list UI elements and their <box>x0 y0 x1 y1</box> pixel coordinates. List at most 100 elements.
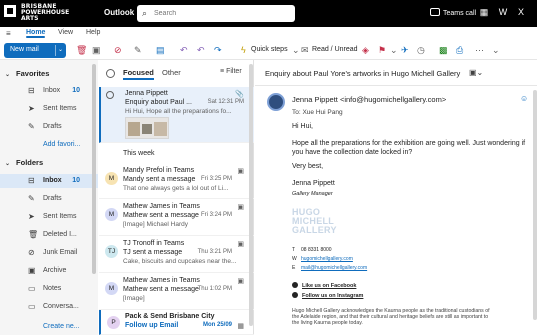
sweep-icon[interactable]: ✎ <box>134 45 142 55</box>
list-item[interactable]: Jenna Pippett 📎 Enquiry about Paul ... S… <box>99 87 254 143</box>
sidebar-item-conversation[interactable]: ▭ Conversa... <box>0 300 98 314</box>
delete-icon[interactable]: 🗑 <box>76 45 87 55</box>
website-link[interactable]: hugomichellgallery.com <box>301 256 353 262</box>
sidebar-item-drafts[interactable]: ✎ Drafts <box>0 192 98 206</box>
reading-pane-scrollbar[interactable] <box>533 90 537 320</box>
quick-steps-icon[interactable]: ϟ <box>241 45 246 55</box>
flag-icon[interactable]: ⚑ <box>378 45 386 55</box>
forward-icon[interactable]: ↷ <box>214 45 222 55</box>
chevron-down-icon[interactable]: ⌄ <box>58 46 63 53</box>
sidebar-item-junk[interactable]: ⊘ Junk Email <box>0 246 98 260</box>
list-item[interactable]: M Mathew James in Teams Mathew sent a me… <box>99 200 254 236</box>
chevron-down-icon[interactable]: ⌄ <box>492 45 500 55</box>
chevron-down-icon: ⌄ <box>5 161 11 167</box>
sidebar-item-label: Sent Items <box>43 105 77 112</box>
search-input[interactable] <box>154 7 284 20</box>
favorites-label: Favorites <box>16 69 50 78</box>
body-paragraph: Hope all the preparations for the exhibi… <box>292 140 526 156</box>
hamburger-menu-icon[interactable]: ≡ <box>6 29 11 38</box>
signature-name: Jenna Pippett <box>292 180 335 187</box>
instagram-link[interactable]: Follow us on Instagram <box>292 292 363 300</box>
send-icon: ➤ <box>28 104 35 113</box>
tab-view[interactable]: View <box>58 29 73 36</box>
list-item[interactable]: M Mandy Prefol in Teams Mandy sent a mes… <box>99 164 254 199</box>
quick-steps-button[interactable]: Quick steps <box>251 46 288 53</box>
list-item[interactable]: P Pack & Send Brisbane City Follow up Em… <box>99 310 254 335</box>
email-link[interactable]: mail@hugomichellgallery.com <box>301 265 367 271</box>
artwork-thumbnail-b <box>142 124 152 134</box>
filter-button[interactable]: ≡ Filter <box>220 68 242 75</box>
message-list-scrollbar[interactable] <box>249 64 253 326</box>
report-icon[interactable]: ⊘ <box>114 45 122 55</box>
folders-header[interactable]: ⌄ Folders <box>5 158 43 167</box>
list-item[interactable]: TJ TJ Tronoff in Teams TJ sent a message… <box>99 237 254 273</box>
message-time: Fri 3:25 PM <box>200 176 232 182</box>
reply-icon[interactable]: ↶ <box>180 45 188 55</box>
closing: Very best, <box>292 163 324 170</box>
message-preview: [Image] Michael Hardy <box>123 221 189 228</box>
search-box[interactable]: ⌕ <box>137 5 295 22</box>
sidebar-item-fav-drafts[interactable]: ✎ Drafts <box>0 120 98 134</box>
sidebar-item-label: Junk Email <box>43 249 78 256</box>
sidebar-item-sent[interactable]: ➤ Sent Items <box>0 210 98 224</box>
favorites-header[interactable]: ⌄ Favorites <box>5 69 49 78</box>
select-all-checkbox[interactable] <box>106 69 115 78</box>
week-group-header: This week <box>123 150 155 157</box>
avatar[interactable] <box>267 93 285 111</box>
facebook-link[interactable]: Like us on Facebook <box>292 282 356 290</box>
move-to-icon[interactable]: ▤ <box>156 45 165 55</box>
list-item[interactable]: M Mathew James in Teams Mathew sent a me… <box>99 274 254 310</box>
artwork-thumbnail-a <box>128 122 140 136</box>
read-unread-button[interactable]: Read / Unread <box>312 46 358 53</box>
summary-icon[interactable]: ▣⌄ <box>469 68 483 77</box>
signature-role: Gallery Manager <box>292 191 333 197</box>
tab-focused[interactable]: Focused <box>123 68 154 80</box>
print-icon[interactable]: ⎙ <box>456 45 463 55</box>
message-time: Mon 25/09 <box>202 322 232 328</box>
pin-icon[interactable]: ✈ <box>401 45 409 55</box>
calendar-icon[interactable]: ▦ <box>478 7 490 19</box>
read-unread-icon[interactable]: ✉ <box>301 45 309 55</box>
word-app-icon[interactable]: W <box>497 7 509 19</box>
reply-all-icon[interactable]: ↶ <box>197 45 205 55</box>
tab-other[interactable]: Other <box>162 68 181 77</box>
filter-label: Filter <box>226 68 242 75</box>
more-icon[interactable]: ⋯ <box>475 45 484 55</box>
message-select-checkbox[interactable] <box>106 91 114 99</box>
archive-icon[interactable]: ▣ <box>92 45 101 55</box>
message-sender: Mathew James in Teams <box>123 277 200 284</box>
add-favorite-link[interactable]: Add favori... <box>43 141 80 148</box>
message-preview: [Image] <box>123 295 145 302</box>
tag-icon[interactable]: ◈ <box>362 45 369 55</box>
app-name[interactable]: Outlook <box>104 8 134 17</box>
pencil-icon: ✎ <box>28 194 35 203</box>
new-mail-button[interactable]: New mail ⌄ <box>4 43 66 58</box>
tab-help[interactable]: Help <box>86 29 100 36</box>
sidebar-item-fav-sent[interactable]: ➤ Sent Items <box>0 102 98 116</box>
excel-app-icon[interactable]: X <box>515 7 527 19</box>
folder-pane: ⌄ Favorites ⊟ Inbox 10 ➤ Sent Items ✎ Dra… <box>0 60 98 335</box>
contact-key: E <box>292 265 296 271</box>
excel-icon[interactable]: ▩ <box>439 45 448 55</box>
sidebar-item-notes[interactable]: ▭ Notes <box>0 282 98 296</box>
search-icon: ⌕ <box>142 8 148 18</box>
sidebar-item-inbox[interactable]: ⊟ Inbox 10 <box>0 174 98 188</box>
folder-pane-scrollbar[interactable] <box>92 64 96 274</box>
sidebar-item-label: Sent Items <box>43 213 77 220</box>
chevron-down-icon[interactable]: ⌄ <box>292 45 300 55</box>
create-new-folder-link[interactable]: Create ne... <box>43 323 80 330</box>
sidebar-item-archive[interactable]: ▣ Archive <box>0 264 98 278</box>
contact-phone: T 08 8331 8000 <box>292 246 332 254</box>
teams-call-button[interactable]: Teams call <box>430 8 476 17</box>
reaction-icon[interactable]: ☺ <box>520 94 528 103</box>
email-sender[interactable]: Jenna Pippett <info@hugomichellgallery.c… <box>292 95 446 104</box>
menu-bar: ≡ Home View Help <box>0 27 537 40</box>
sidebar-item-fav-inbox[interactable]: ⊟ Inbox 10 <box>0 84 98 98</box>
sidebar-item-deleted[interactable]: 🗑 Deleted I... <box>0 228 98 242</box>
attachment-thumbnail[interactable] <box>125 117 169 139</box>
chevron-down-icon: ⌄ <box>5 72 11 78</box>
message-subject: Follow up Email <box>125 322 179 329</box>
tab-home[interactable]: Home <box>26 29 46 38</box>
clock-icon[interactable]: ◷ <box>417 45 425 55</box>
chevron-down-icon[interactable]: ⌄ <box>390 45 398 55</box>
